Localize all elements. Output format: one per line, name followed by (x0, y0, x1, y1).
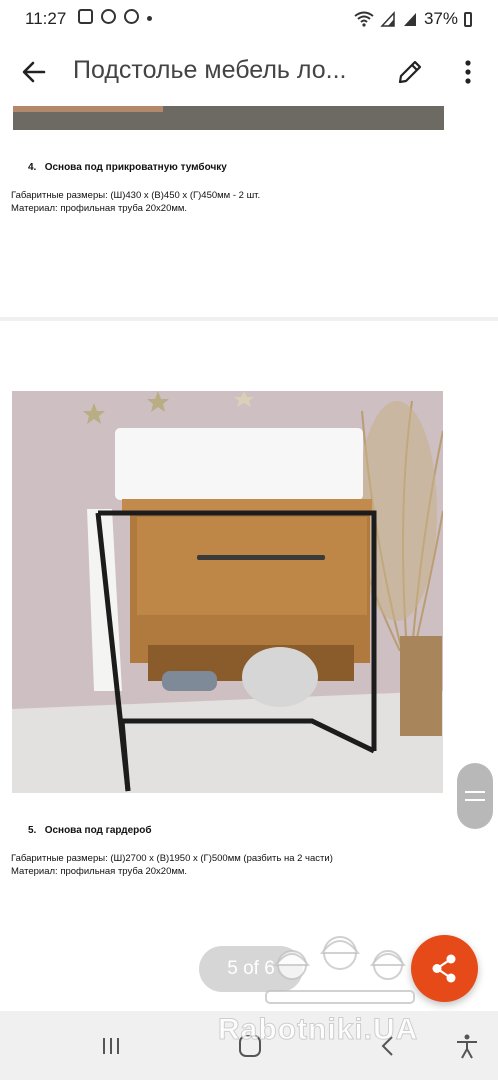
signal-icon (380, 11, 395, 27)
viber-icon (124, 9, 139, 24)
status-bar: 11:27 37% (0, 0, 498, 38)
item-4-number: 4. (28, 162, 37, 173)
app-bar: Подстолье мебель ло... (0, 38, 498, 107)
edit-pencil-icon[interactable] (394, 56, 426, 88)
system-icons: 37% (354, 9, 472, 29)
accessibility-icon[interactable] (452, 1033, 482, 1059)
item-5-dimensions: Габаритные размеры: (Ш)2700 х (В)1950 х … (11, 853, 333, 864)
share-button[interactable] (411, 935, 478, 1002)
notification-icons (78, 9, 152, 24)
document-title: Подстолье мебель ло... (73, 56, 347, 84)
item-5-title: Основа под гардероб (44, 825, 152, 836)
messenger-icon (101, 9, 116, 24)
signal-icon-2 (403, 13, 416, 26)
vanity-cabinet-photo (12, 391, 443, 793)
fast-scroll-handle[interactable] (457, 763, 493, 829)
item-5-number: 5. (28, 825, 37, 836)
wifi-icon (354, 11, 374, 27)
watermark-workers-logo (265, 936, 415, 1004)
gallery-icon (78, 9, 93, 24)
item-5-material: Материал: профильная труба 20х20мм. (11, 866, 188, 877)
back-arrow-icon[interactable] (18, 56, 50, 88)
more-vert-icon[interactable] (458, 56, 478, 88)
share-icon (432, 954, 456, 983)
battery-icon (464, 11, 472, 27)
status-time: 11:27 (25, 9, 67, 28)
document-page-5: 5. Основа под гардероб Габаритные размер… (0, 321, 498, 1011)
item-4-dimensions: Габаритные размеры: (Ш)430 х (В)450 х (Г… (11, 190, 261, 201)
item-4-heading: 4. Основа под прикроватную тумбочку (28, 162, 227, 173)
item-4-title: Основа под прикроватную тумбочку (44, 162, 227, 173)
previous-photo-fragment (13, 106, 444, 130)
item-4-material: Материал: профильная труба 20х20мм. (11, 203, 188, 214)
document-page-4: 4. Основа под прикроватную тумбочку Габа… (0, 106, 498, 317)
item-5-heading: 5. Основа под гардероб (28, 825, 152, 836)
watermark-text: Rabotniki.UA (217, 1013, 419, 1047)
more-notifications-icon (147, 16, 152, 21)
recent-apps-icon[interactable] (96, 1033, 126, 1059)
battery-percent: 37% (423, 9, 458, 28)
